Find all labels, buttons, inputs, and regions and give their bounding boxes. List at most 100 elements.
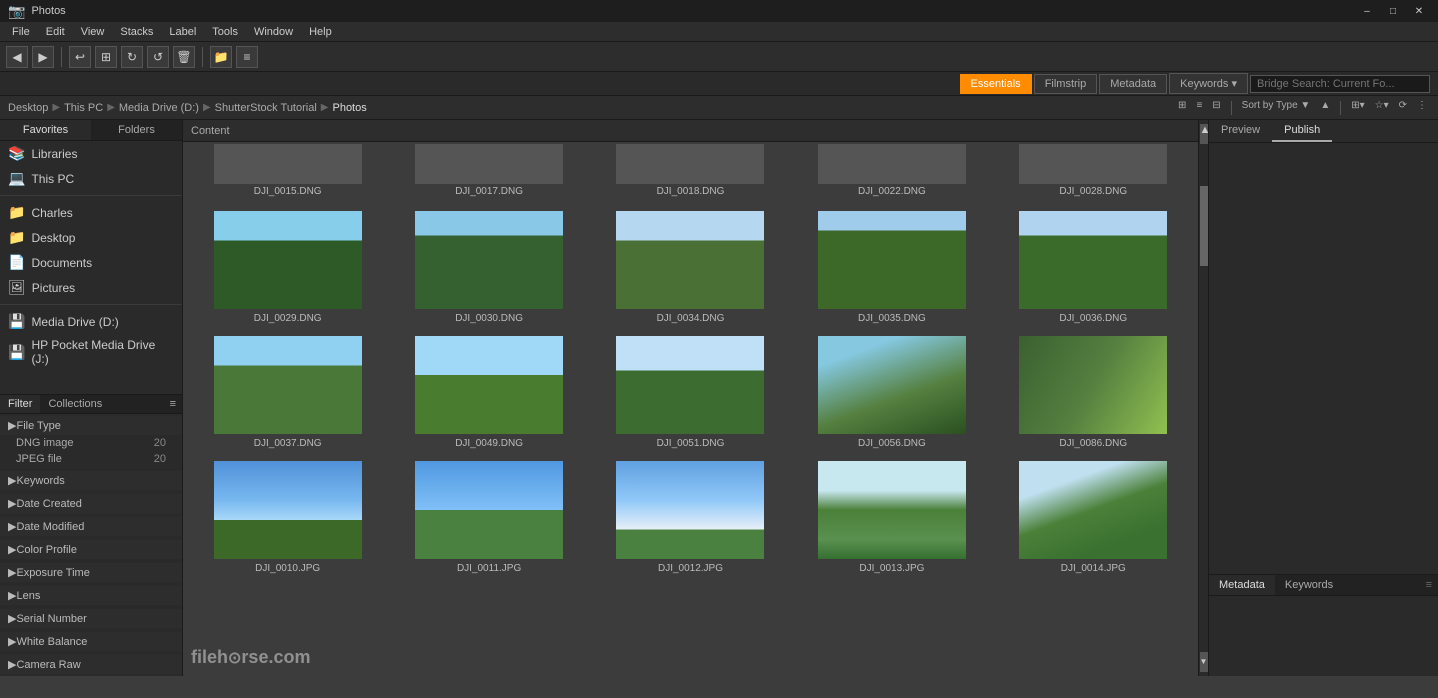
filter-serial-header[interactable]: ▶ Serial Number xyxy=(0,609,182,628)
serial-chevron: ▶ xyxy=(8,612,16,625)
sort-asc-button[interactable]: ▲ xyxy=(1317,100,1333,116)
rb-expand-button[interactable]: ≡ xyxy=(1420,575,1438,595)
thumb-0011[interactable]: DJI_0011.JPG xyxy=(388,453,589,578)
thumb-0012[interactable]: DJI_0012.JPG xyxy=(590,453,791,578)
menu-view[interactable]: View xyxy=(73,24,113,40)
menu-file[interactable]: File xyxy=(4,24,38,40)
filter-button[interactable]: ≡ xyxy=(236,46,258,68)
thumb-partial-0018[interactable]: DJI_0018.DNG xyxy=(590,142,791,199)
thumb-0034[interactable]: DJI_0034.DNG xyxy=(590,203,791,328)
rb-tab-keywords[interactable]: Keywords xyxy=(1275,575,1343,595)
sidebar-tab-folders[interactable]: Folders xyxy=(91,120,182,140)
filter-datemodified-header[interactable]: ▶ Date Modified xyxy=(0,517,182,536)
view-grid-button[interactable]: ⊞ xyxy=(1175,100,1189,116)
scrollbar-down-btn[interactable]: ▼ xyxy=(1200,652,1208,672)
workspace-button[interactable]: ⊞▾ xyxy=(1348,100,1367,116)
thumb-0037[interactable]: DJI_0037.DNG xyxy=(187,328,388,453)
tb-sep-2 xyxy=(202,47,203,67)
thumb-partial-0028[interactable]: DJI_0028.DNG xyxy=(993,142,1194,199)
menu-edit[interactable]: Edit xyxy=(38,24,73,40)
more-view-button[interactable]: ⋮ xyxy=(1414,100,1430,116)
sidebar-item-documents[interactable]: 📄 Documents xyxy=(0,250,182,275)
libraries-icon: 📚 xyxy=(8,145,25,162)
forward-button[interactable]: ▶ xyxy=(32,46,54,68)
menu-stacks[interactable]: Stacks xyxy=(112,24,161,40)
filter-jpeg-item[interactable]: JPEG file 20 xyxy=(0,451,182,467)
rb-tab-metadata[interactable]: Metadata xyxy=(1209,575,1275,595)
thumb-0056[interactable]: DJI_0056.DNG xyxy=(791,328,992,453)
tab-essentials[interactable]: Essentials xyxy=(960,74,1032,94)
bc-thispc[interactable]: This PC xyxy=(64,102,103,114)
filter-filetype-header[interactable]: ▶ File Type xyxy=(0,416,182,435)
vc-sep xyxy=(1231,101,1232,115)
filter-datecreated-header[interactable]: ▶ Date Created xyxy=(0,494,182,513)
filter-keywords-header[interactable]: ▶ Keywords xyxy=(0,471,182,490)
menu-window[interactable]: Window xyxy=(246,24,301,40)
filter-more-button[interactable]: ≡ xyxy=(164,395,182,413)
menu-tools[interactable]: Tools xyxy=(204,24,246,40)
bc-desktop[interactable]: Desktop xyxy=(8,102,48,114)
thumb-0029[interactable]: DJI_0029.DNG xyxy=(187,203,388,328)
filter-dng-item[interactable]: DNG image 20 xyxy=(0,435,182,451)
close-button[interactable]: ✕ xyxy=(1408,3,1430,19)
sidebar-item-thispc[interactable]: 💻 This PC xyxy=(0,166,182,191)
bc-media-drive[interactable]: Media Drive (D:) xyxy=(119,102,199,114)
camera-raw-button[interactable]: ⊞ xyxy=(95,46,117,68)
sidebar-item-desktop[interactable]: 📁 Desktop xyxy=(0,225,182,250)
scrollbar-track[interactable] xyxy=(1200,146,1208,650)
thumb-partial-0017[interactable]: DJI_0017.DNG xyxy=(388,142,589,199)
star-button[interactable]: ☆▾ xyxy=(1372,100,1392,116)
thumb-0035[interactable]: DJI_0035.DNG xyxy=(791,203,992,328)
sidebar-item-libraries[interactable]: 📚 Libraries xyxy=(0,141,182,166)
sidebar-item-hpdrive[interactable]: 💾 HP Pocket Media Drive (J:) xyxy=(0,334,182,370)
bc-shutterstock[interactable]: ShutterStock Tutorial xyxy=(215,102,317,114)
filter-colorprofile-header[interactable]: ▶ Color Profile xyxy=(0,540,182,559)
filter-cameraraw-header[interactable]: ▶ Camera Raw xyxy=(0,655,182,674)
thumb-0014[interactable]: DJI_0014.JPG xyxy=(993,453,1194,578)
sidebar-item-charles[interactable]: 📁 Charles xyxy=(0,200,182,225)
rotate-ccw-button[interactable]: ↺ xyxy=(147,46,169,68)
sort-type-button[interactable]: Sort by Type ▼ xyxy=(1239,100,1314,116)
exposure-label: Exposure Time xyxy=(16,567,89,579)
maximize-button[interactable]: □ xyxy=(1382,3,1404,19)
back-button[interactable]: ◀ xyxy=(6,46,28,68)
filter-jpeg-label: JPEG file xyxy=(16,453,62,465)
thumb-partial-0022[interactable]: DJI_0022.DNG xyxy=(791,142,992,199)
thumb-0036[interactable]: DJI_0036.DNG xyxy=(993,203,1194,328)
search-input[interactable] xyxy=(1250,75,1430,93)
sidebar-item-pictures[interactable]: 🖼 Pictures xyxy=(0,275,182,300)
scrollbar-thumb[interactable] xyxy=(1200,186,1208,266)
scrollbar[interactable]: ▲ ▼ xyxy=(1198,120,1208,676)
menu-help[interactable]: Help xyxy=(301,24,340,40)
new-folder-button[interactable]: 📁 xyxy=(210,46,232,68)
menu-label[interactable]: Label xyxy=(161,24,204,40)
thumb-0030[interactable]: DJI_0030.DNG xyxy=(388,203,589,328)
filter-tab-collections[interactable]: Collections xyxy=(40,395,110,413)
thumb-0049[interactable]: DJI_0049.DNG xyxy=(388,328,589,453)
tab-filmstrip[interactable]: Filmstrip xyxy=(1034,74,1098,94)
delete-button[interactable]: 🗑 xyxy=(173,46,195,68)
filter-tab-filter[interactable]: Filter xyxy=(0,395,40,413)
thumb-0013[interactable]: DJI_0013.JPG xyxy=(791,453,992,578)
view-filmstrip-button[interactable]: ⊟ xyxy=(1209,100,1223,116)
sidebar-item-mediadrive[interactable]: 💾 Media Drive (D:) xyxy=(0,309,182,334)
minimize-button[interactable]: – xyxy=(1356,3,1378,19)
filter-whitebalance-header[interactable]: ▶ White Balance xyxy=(0,632,182,651)
filter-exposure-header[interactable]: ▶ Exposure Time xyxy=(0,563,182,582)
right-tab-publish[interactable]: Publish xyxy=(1272,120,1332,142)
thumb-0010[interactable]: DJI_0010.JPG xyxy=(187,453,388,578)
thumb-partial-0015[interactable]: DJI_0015.DNG xyxy=(187,142,388,199)
tab-metadata[interactable]: Metadata xyxy=(1099,74,1167,94)
scrollbar-up-btn[interactable]: ▲ xyxy=(1200,124,1208,144)
rotate-cw-button[interactable]: ↻ xyxy=(121,46,143,68)
right-tab-preview[interactable]: Preview xyxy=(1209,120,1272,142)
thumb-0051[interactable]: DJI_0051.DNG xyxy=(590,328,791,453)
sidebar-tabs: Favorites Folders xyxy=(0,120,182,141)
rotate-view-button[interactable]: ⟳ xyxy=(1396,100,1410,116)
thumb-0086[interactable]: DJI_0086.DNG xyxy=(993,328,1194,453)
tab-keywords[interactable]: Keywords ▾ xyxy=(1169,73,1248,94)
filter-lens-header[interactable]: ▶ Lens xyxy=(0,586,182,605)
view-list-button[interactable]: ≡ xyxy=(1193,100,1205,116)
sidebar-tab-favorites[interactable]: Favorites xyxy=(0,120,91,140)
boomerang-button[interactable]: ↩ xyxy=(69,46,91,68)
